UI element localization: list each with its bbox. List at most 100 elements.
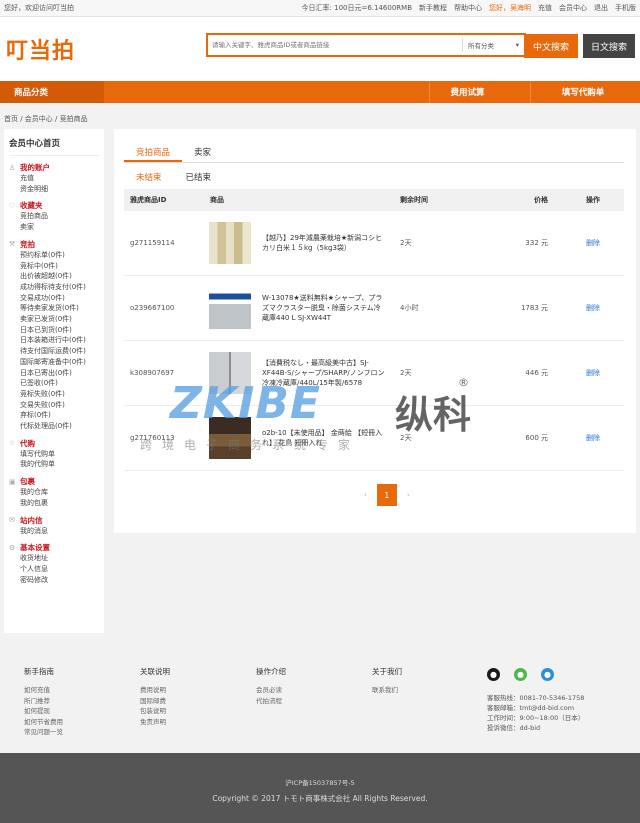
item-title[interactable]: W-13078★送料無料★シャープ、プラズマクラスター脱臭・除菌システム冷蔵庫4… — [256, 293, 386, 323]
sidebar-item[interactable]: 代标处理品(0件) — [9, 421, 99, 432]
item-thumbnail[interactable] — [209, 222, 251, 264]
item-title[interactable]: 【消費税なし・最高級美中古】SJ-XF44B-S/シャープ/SHARP/ノンフロ… — [256, 358, 386, 388]
sidebar-group-label: 基本设置 — [20, 543, 50, 553]
sidebar-item[interactable]: 竞拍商品 — [9, 211, 99, 222]
footer-link[interactable]: 联系我们 — [372, 685, 402, 696]
footer-link[interactable]: 免责声明 — [140, 717, 170, 728]
footer-link[interactable]: 如何提现 — [24, 706, 63, 717]
sidebar-item[interactable]: 我的代购单 — [9, 459, 99, 470]
table-row: k308907697 【消費税なし・最高級美中古】SJ-XF44B-S/シャープ/… — [124, 341, 624, 406]
item-thumbnail[interactable] — [209, 352, 251, 394]
sidebar-item[interactable]: 卖家已发货(0件) — [9, 314, 99, 325]
col-price: 价格 — [534, 196, 548, 204]
sidebar-item[interactable]: 日本装箱进行中(0件) — [9, 335, 99, 346]
footer-link[interactable]: 常见问题一览 — [24, 727, 63, 738]
sidebar-group-title: ♙ 我的账户 — [9, 162, 99, 173]
link-help[interactable]: 帮助中心 — [454, 3, 482, 13]
search-jp-button[interactable]: 日文搜索 — [583, 34, 635, 58]
sidebar-item[interactable]: 出价被超越(0件) — [9, 271, 99, 282]
breadcrumb: 首页 / 会员中心 / 竞拍商品 — [4, 115, 88, 123]
weibo-icon[interactable]: ● — [541, 668, 554, 681]
nav-order-form[interactable]: 填写代购单 — [530, 81, 635, 103]
subtab-ended[interactable]: 已结束 — [174, 167, 224, 187]
category-select[interactable]: 所有分类 ▾ — [462, 38, 524, 52]
user-greeting[interactable]: 您好，吴海明 — [489, 3, 531, 13]
item-id[interactable]: k308907697 — [124, 369, 204, 377]
nav-category-title[interactable]: 商品分类 — [0, 81, 104, 103]
main-panel: 竞拍商品 卖家 未结束 已结束 雅虎商品ID 商品 剩余时间 价格 操作 g27… — [114, 129, 636, 533]
sidebar-item[interactable]: 充值 — [9, 173, 99, 184]
sidebar-item[interactable]: 预约标单(0件) — [9, 250, 99, 261]
footer-link[interactable]: 会员必读 — [256, 685, 286, 696]
sidebar-item[interactable]: 个人信息 — [9, 564, 99, 575]
link-logout[interactable]: 退出 — [594, 3, 608, 13]
item-thumbnail[interactable] — [209, 287, 251, 329]
sidebar-item[interactable]: 密码修改 — [9, 575, 99, 586]
sidebar-item[interactable]: 待支付国际运费(0件) — [9, 346, 99, 357]
search-input[interactable] — [208, 35, 462, 55]
sidebar-item[interactable]: 填写代购单 — [9, 449, 99, 460]
sidebar-item[interactable]: 日本已到货(0件) — [9, 325, 99, 336]
sidebar-home[interactable]: 会员中心首页 — [9, 137, 99, 156]
item-id[interactable]: g271760113 — [124, 434, 204, 442]
pager-current[interactable]: 1 — [376, 484, 397, 506]
sidebar-item[interactable]: 已签收(0件) — [9, 378, 99, 389]
sidebar-item[interactable]: 交易失败(0件) — [9, 400, 99, 411]
footer-link[interactable]: 费用说明 — [140, 685, 170, 696]
auction-table: 雅虎商品ID 商品 剩余时间 价格 操作 g271159114 【越乃】29年減農… — [124, 189, 624, 471]
item-thumbnail[interactable] — [209, 417, 251, 459]
search-cn-button[interactable]: 中文搜索 — [524, 34, 578, 58]
item-price: 446 元 — [525, 369, 548, 377]
footer-link[interactable]: 包装说明 — [140, 706, 170, 717]
item-id[interactable]: g271159114 — [124, 239, 204, 247]
pager-prev[interactable]: ‹ — [364, 491, 367, 499]
item-id[interactable]: o239667100 — [124, 304, 204, 312]
sidebar-group-label: 站内信 — [20, 515, 43, 525]
nav-fee-calc[interactable]: 费用试算 — [429, 81, 505, 103]
link-mobile[interactable]: 手机版 — [615, 3, 636, 13]
sidebar-item[interactable]: 我的包裹 — [9, 498, 99, 509]
qq-icon[interactable]: ● — [487, 668, 500, 681]
footer-link[interactable]: 如何充值 — [24, 685, 63, 696]
link-member-center[interactable]: 会员中心 — [559, 3, 587, 13]
sidebar-item[interactable]: 我的仓库 — [9, 487, 99, 498]
sidebar-item[interactable]: 收货地址 — [9, 553, 99, 564]
delete-button[interactable]: 删除 — [562, 368, 624, 378]
footer-link[interactable]: 所门推荐 — [24, 696, 63, 707]
sidebar-item[interactable]: 日本已寄出(0件) — [9, 368, 99, 379]
item-price: 600 元 — [525, 434, 548, 442]
sidebar-item[interactable]: 我的消息 — [9, 526, 99, 537]
sidebar-item[interactable]: 卖家 — [9, 222, 99, 233]
delete-button[interactable]: 删除 — [562, 433, 624, 443]
subtab-ongoing[interactable]: 未结束 — [124, 167, 174, 187]
sidebar-item[interactable]: 竞标失败(0件) — [9, 389, 99, 400]
sidebar-item[interactable]: 交易成功(0件) — [9, 293, 99, 304]
sub-tabs: 未结束 已结束 — [124, 167, 223, 187]
delete-button[interactable]: 删除 — [562, 303, 624, 313]
footer-link[interactable]: 如何节省费用 — [24, 717, 63, 728]
tab-sellers[interactable]: 卖家 — [182, 143, 223, 162]
link-tutorial[interactable]: 新手教程 — [419, 3, 447, 13]
item-title[interactable]: 【越乃】29年減農薬栽培★新潟コシヒカリ白米１５kg（5kg3袋） — [256, 233, 386, 253]
col-time: 剩余时间 — [400, 196, 428, 204]
delete-button[interactable]: 删除 — [562, 238, 624, 248]
member-sidebar: 会员中心首页 ♙ 我的账户 充值 资金明细 ♡ 收藏夹 竞拍商品 卖家 ⚒ 竞拍 预约标单(0件) 竞… — [4, 129, 104, 633]
footer-link[interactable]: 国际邮费 — [140, 696, 170, 707]
sidebar-item[interactable]: 国际邮寄准备中(0件) — [9, 357, 99, 368]
pager-next[interactable]: › — [407, 491, 410, 499]
sidebar-item[interactable]: 竞标中(0件) — [9, 261, 99, 272]
sidebar-item[interactable]: 资金明细 — [9, 184, 99, 195]
sidebar-item[interactable]: 成功得标待支付(0件) — [9, 282, 99, 293]
site-logo[interactable]: 叮当拍 — [6, 33, 75, 65]
link-recharge[interactable]: 充值 — [538, 3, 552, 13]
tab-auction-items[interactable]: 竞拍商品 — [124, 143, 183, 162]
sidebar-group-title: ☆ 代购 — [9, 438, 99, 449]
sidebar-groups: ♙ 我的账户 充值 资金明细 ♡ 收藏夹 竞拍商品 卖家 ⚒ 竞拍 预约标单(0件) 竞标中(0件) 出… — [9, 162, 99, 585]
item-title[interactable]: o2b-10【未使用品】 金蒔絵 【短冊入れ】 花鳥 短冊入れ — [256, 428, 386, 448]
copyright-text: Copyright © 2017 トモト商事株式会社 All Rights Re… — [212, 794, 428, 803]
sidebar-group-title: ▣ 包裹 — [9, 476, 99, 487]
sidebar-item[interactable]: 弃标(0件) — [9, 410, 99, 421]
sidebar-item[interactable]: 等待卖家发货(0件) — [9, 303, 99, 314]
wechat-icon[interactable]: ● — [514, 668, 527, 681]
footer-link[interactable]: 代拍流程 — [256, 696, 286, 707]
